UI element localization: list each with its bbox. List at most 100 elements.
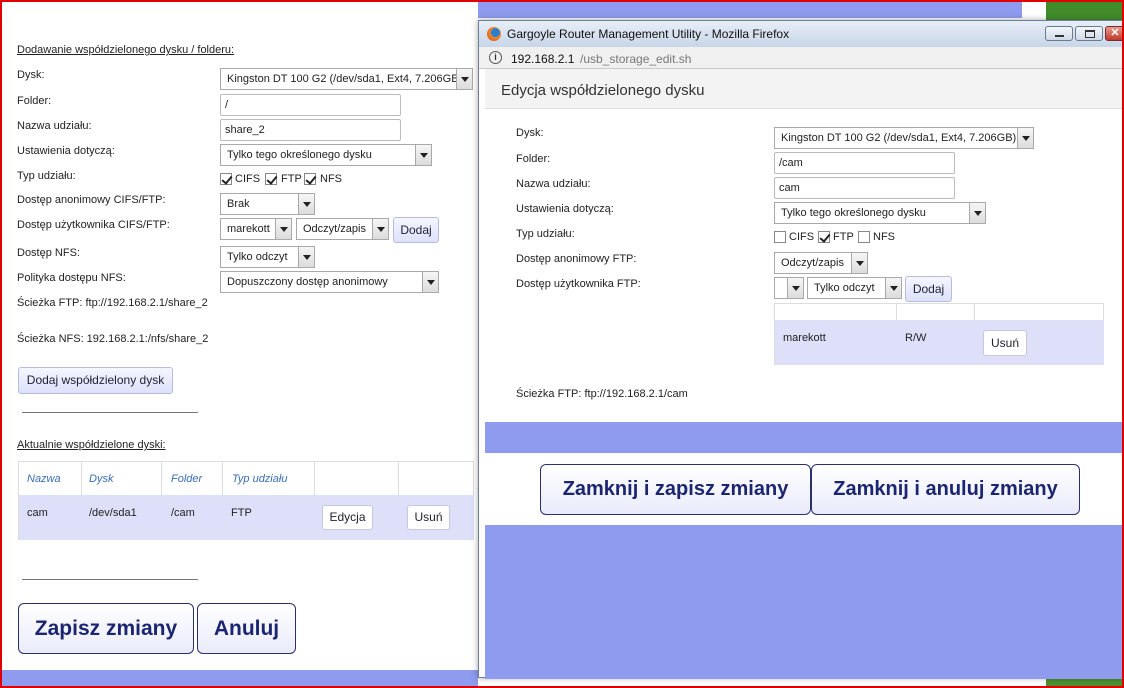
- anon-access-select[interactable]: Brak: [220, 193, 315, 215]
- chevron-down-icon: [298, 194, 314, 214]
- settings-apply-select[interactable]: Tylko tego określonego dysku: [220, 144, 432, 166]
- cancel-button[interactable]: Anuluj: [197, 603, 296, 654]
- popup-content: Edycja współdzielonego dysku Dysk: Kings…: [485, 69, 1123, 679]
- chevron-down-icon: [415, 145, 431, 165]
- col-header-type: Typ udziału: [232, 473, 288, 485]
- background-page-strip: [478, 0, 1046, 18]
- user-select-value: marekott: [227, 223, 270, 235]
- popup-heading: Edycja współdzielonego dysku: [501, 82, 705, 99]
- settings-apply-label: Ustawienia dotyczą:: [516, 203, 614, 215]
- folder-field[interactable]: /: [220, 94, 401, 116]
- chevron-down-icon: [787, 278, 803, 298]
- popup-settings-select[interactable]: Tylko tego określonego dysku: [774, 202, 986, 224]
- url-path: /usb_storage_edit.sh: [580, 52, 692, 66]
- remove-user-button[interactable]: Usuń: [983, 330, 1027, 356]
- ftp-checkbox[interactable]: [265, 173, 277, 185]
- close-button[interactable]: ✕: [1105, 26, 1124, 41]
- anon-access-value: Brak: [227, 198, 250, 210]
- ftp-label: FTP: [833, 231, 854, 243]
- user-name-cell: marekott: [783, 332, 826, 344]
- section-title: Dodawanie współdzielonego dysku / folder…: [17, 44, 235, 56]
- cell-disk: /dev/sda1: [89, 507, 137, 519]
- share-name-label: Nazwa udziału:: [516, 178, 591, 190]
- cell-type: FTP: [231, 507, 252, 519]
- nfs-checkbox[interactable]: [304, 173, 316, 185]
- anon-access-label: Dostęp anonimowy CIFS/FTP:: [17, 194, 166, 206]
- popup-share-name-field[interactable]: cam: [774, 177, 955, 199]
- address-bar[interactable]: i 192.168.2.1 /usb_storage_edit.sh: [479, 47, 1123, 69]
- chevron-down-icon: [456, 69, 472, 89]
- cancel-close-button[interactable]: Zamknij i anuluj zmiany: [811, 464, 1080, 515]
- nfs-label: NFS: [873, 231, 895, 243]
- disk-select-value: Kingston DT 100 G2 (/dev/sda1, Ext4, 7.2…: [227, 73, 459, 85]
- add-user-button[interactable]: Dodaj: [393, 217, 439, 243]
- nfs-access-value: Tylko odczyt: [227, 251, 288, 263]
- save-changes-button[interactable]: Zapisz zmiany: [18, 603, 194, 654]
- user-access-label: Dostęp użytkownika CIFS/FTP:: [17, 219, 170, 231]
- ftp-label: FTP: [281, 173, 302, 185]
- cell-folder: /cam: [171, 507, 195, 519]
- add-share-button[interactable]: Dodaj współdzielony dysk: [18, 367, 173, 394]
- popup-add-user-button[interactable]: Dodaj: [905, 276, 952, 302]
- chevron-down-icon: [422, 272, 438, 292]
- info-icon[interactable]: i: [489, 51, 502, 64]
- action-bar: Zamknij i zapisz zmiany Zamknij i anuluj…: [485, 453, 1123, 525]
- popup-disk-select[interactable]: Kingston DT 100 G2 (/dev/sda1, Ext4, 7.2…: [774, 127, 1034, 149]
- popup-settings-value: Tylko tego określonego dysku: [781, 207, 926, 219]
- nfs-access-select[interactable]: Tylko odczyt: [220, 246, 315, 268]
- nfs-path: Ścieżka NFS: 192.168.2.1:/nfs/share_2: [17, 333, 209, 345]
- popup-anon-select[interactable]: Odczyt/zapis: [774, 252, 868, 274]
- user-perm-value: Odczyt/zapis: [303, 223, 366, 235]
- disk-label: Dysk:: [516, 127, 544, 139]
- edit-panel: Edycja współdzielonego dysku Dysk: Kings…: [485, 69, 1123, 422]
- settings-apply-value: Tylko tego określonego dysku: [227, 149, 372, 161]
- user-select[interactable]: marekott: [220, 218, 292, 240]
- share-type-label: Typ udziału:: [516, 228, 575, 240]
- popup-window: Gargoyle Router Management Utility - Moz…: [478, 20, 1124, 679]
- nfs-label: NFS: [320, 173, 342, 185]
- remove-share-button[interactable]: Usuń: [407, 505, 450, 530]
- share-name-field[interactable]: share_2: [220, 119, 401, 141]
- minimize-icon: [1055, 35, 1064, 37]
- share-type-label: Typ udziału:: [17, 170, 76, 182]
- popup-user-select[interactable]: [774, 277, 804, 299]
- nfs-access-label: Dostęp NFS:: [17, 247, 80, 259]
- main-page: Dodawanie współdzielonego dysku / folder…: [0, 0, 478, 688]
- cifs-label: CIFS: [235, 173, 261, 185]
- chevron-down-icon: [275, 219, 291, 239]
- col-header-name: Nazwa: [27, 473, 61, 485]
- window-titlebar[interactable]: Gargoyle Router Management Utility - Moz…: [479, 21, 1124, 47]
- popup-nfs-checkbox[interactable]: [858, 231, 870, 243]
- popup-perm-select[interactable]: Tylko odczyt: [807, 277, 902, 299]
- nfs-policy-label: Polityka dostępu NFS:: [17, 272, 126, 284]
- close-icon: ✕: [1110, 27, 1120, 39]
- chevron-down-icon: [1017, 128, 1033, 148]
- folder-label: Folder:: [17, 95, 52, 107]
- ftp-path: Ścieżka FTP: ftp://192.168.2.1/share_2: [17, 297, 208, 309]
- folder-label: Folder:: [516, 153, 551, 165]
- edit-share-button[interactable]: Edycja: [322, 505, 373, 530]
- popup-anon-value: Odczyt/zapis: [781, 257, 844, 269]
- user-perm-cell: R/W: [905, 332, 927, 344]
- popup-ftp-checkbox[interactable]: [818, 231, 830, 243]
- disk-label: Dysk:: [17, 69, 45, 81]
- minimize-button[interactable]: [1045, 26, 1073, 41]
- popup-folder-field[interactable]: /cam: [774, 152, 955, 174]
- current-shares-title: Aktualnie współdzielone dyski:: [17, 439, 166, 451]
- col-header-folder: Folder: [171, 473, 203, 485]
- share-name-label: Nazwa udziału:: [17, 120, 92, 132]
- user-perm-select[interactable]: Odczyt/zapis: [296, 218, 389, 240]
- save-close-button[interactable]: Zamknij i zapisz zmiany: [540, 464, 811, 515]
- popup-ftp-path: Ścieżka FTP: ftp://192.168.2.1/cam: [516, 388, 688, 400]
- cifs-checkbox[interactable]: [220, 173, 232, 185]
- popup-cifs-checkbox[interactable]: [774, 231, 786, 243]
- maximize-button[interactable]: [1075, 26, 1103, 41]
- cell-name: cam: [27, 507, 48, 519]
- settings-apply-label: Ustawienia dotyczą:: [17, 145, 115, 157]
- divider: [22, 579, 198, 580]
- nfs-policy-select[interactable]: Dopuszczony dostęp anonimowy: [220, 271, 439, 293]
- disk-select[interactable]: Kingston DT 100 G2 (/dev/sda1, Ext4, 7.2…: [220, 68, 473, 90]
- chevron-down-icon: [298, 247, 314, 267]
- firefox-icon: [487, 27, 501, 41]
- chevron-down-icon: [885, 278, 901, 298]
